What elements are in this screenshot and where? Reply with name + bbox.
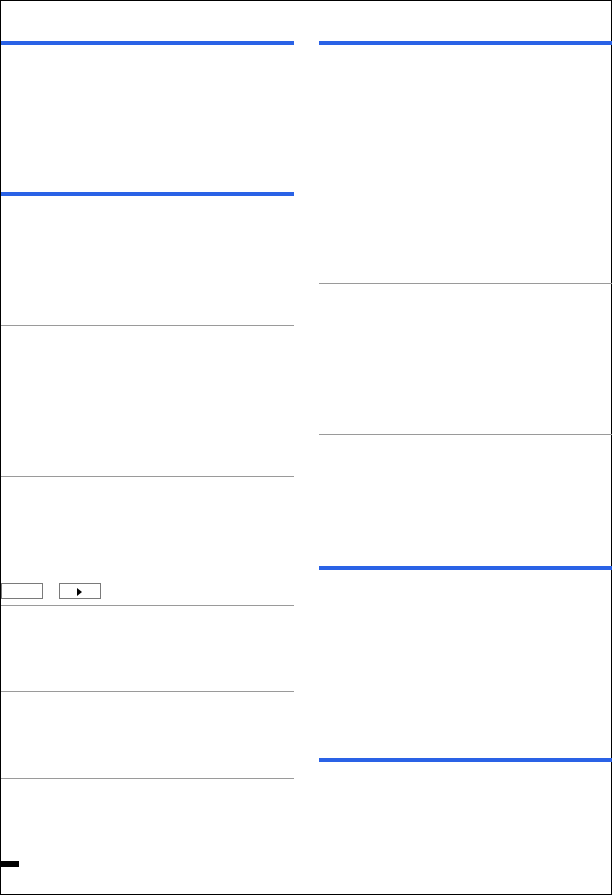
section-divider-grey <box>1 476 294 477</box>
section-divider-grey <box>319 434 612 435</box>
mini-button[interactable] <box>1 861 19 867</box>
search-button-row <box>1 583 294 599</box>
section-divider-grey <box>1 605 294 606</box>
go-button[interactable] <box>59 583 101 599</box>
section-divider-grey <box>319 283 612 284</box>
section-divider-grey <box>1 325 294 326</box>
chevron-right-icon <box>76 587 84 597</box>
page-frame <box>0 0 612 895</box>
section-divider-blue <box>1 192 294 196</box>
section-divider-grey <box>1 778 294 779</box>
section-divider-grey <box>1 691 294 692</box>
section-divider-blue <box>319 41 612 45</box>
section-divider-blue <box>319 566 612 570</box>
search-button[interactable] <box>1 583 43 599</box>
section-divider-blue <box>1 41 294 45</box>
section-divider-blue <box>319 758 612 762</box>
